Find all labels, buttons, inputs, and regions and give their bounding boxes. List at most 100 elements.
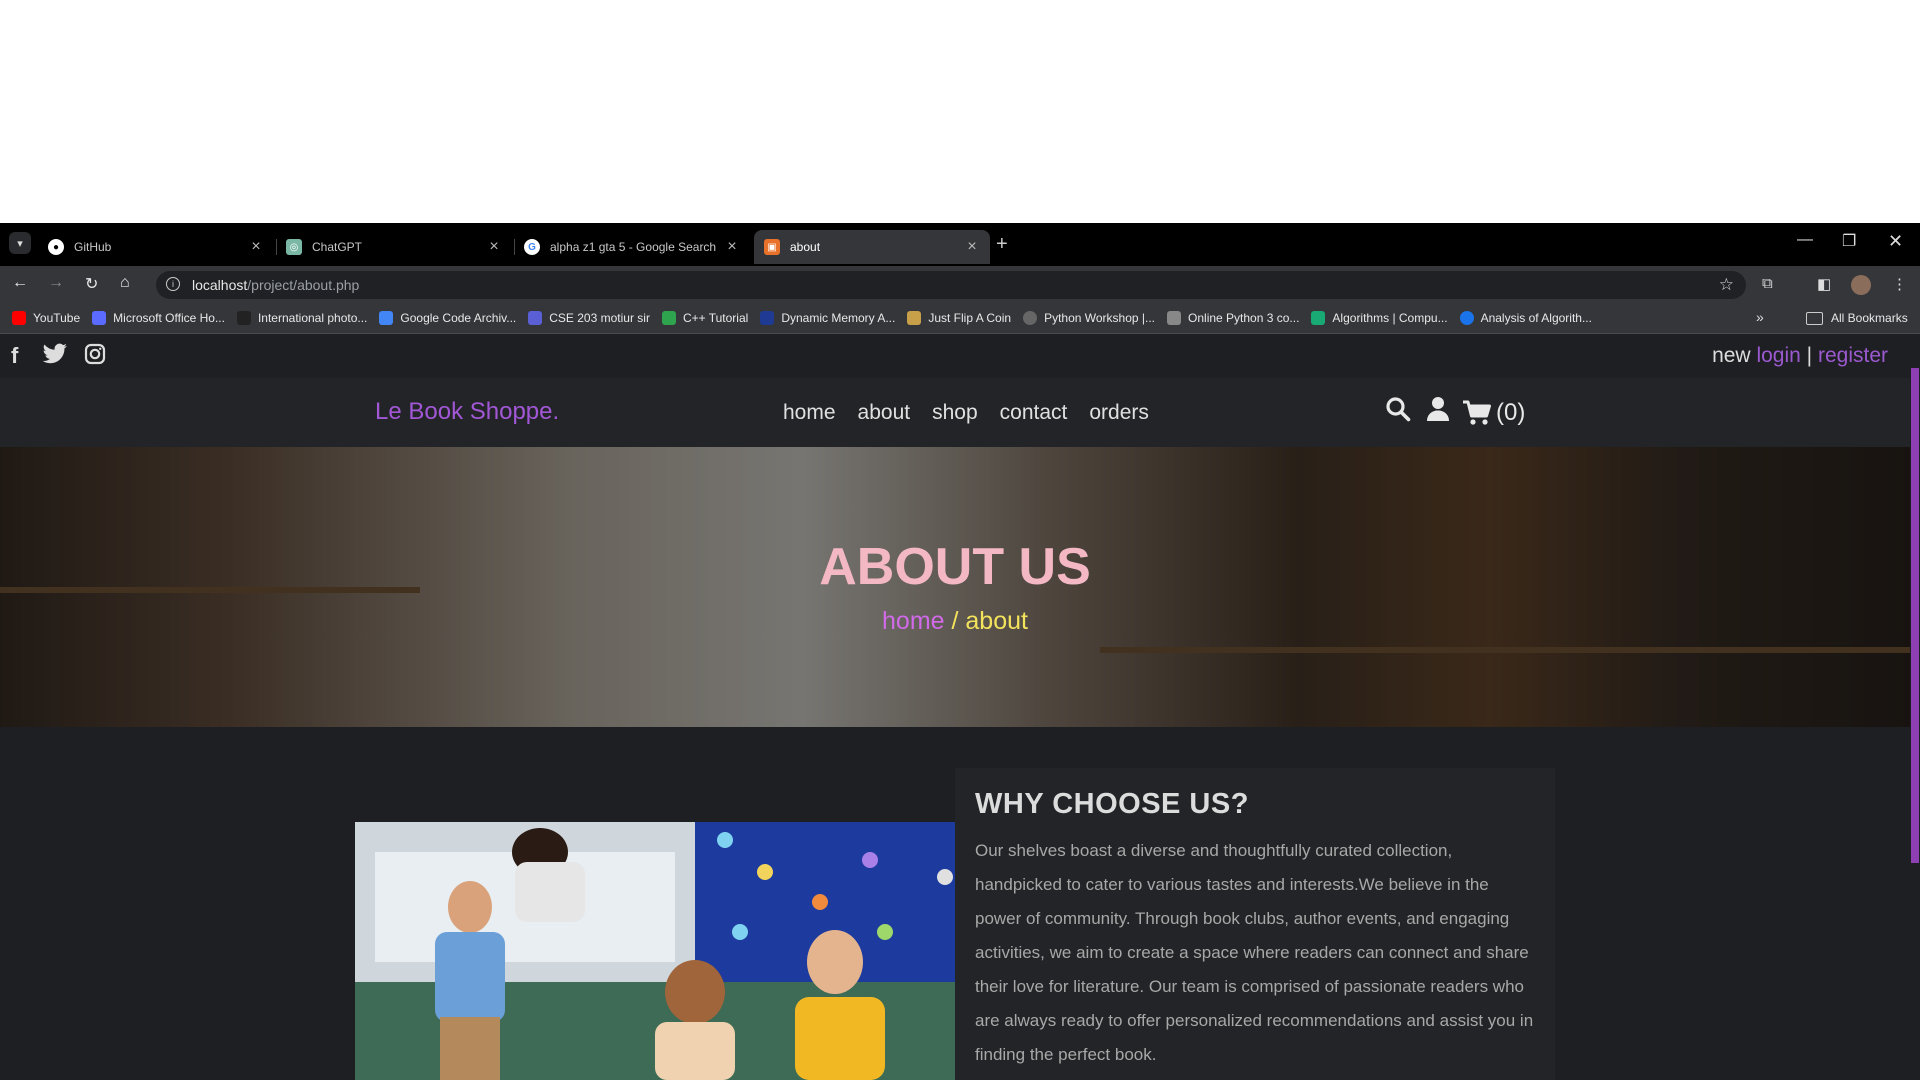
minimize-icon[interactable]: — [1797, 231, 1813, 249]
auth-prefix: new [1712, 344, 1751, 367]
tab-github[interactable]: ● GitHub × [38, 230, 274, 264]
bookmark-label: Dynamic Memory A... [781, 311, 896, 325]
site-logo[interactable]: Le Book Shoppe. [375, 398, 559, 426]
bookmark-item[interactable]: YouTube [12, 311, 80, 325]
close-icon[interactable]: × [724, 238, 740, 256]
office-icon [92, 311, 107, 325]
w3schools-icon [661, 311, 676, 325]
bookmark-item[interactable]: Just Flip A Coin [907, 311, 1011, 325]
youtube-icon [12, 311, 26, 325]
tab-strip: ▾ ● GitHub × ◎ ChatGPT × G alpha z1 gta … [0, 223, 1920, 266]
header-icons: (0) [1385, 396, 1525, 429]
auth-links: new login | register [1712, 344, 1888, 368]
url-host: localhost [192, 277, 248, 293]
browser-window: ▾ ● GitHub × ◎ ChatGPT × G alpha z1 gta … [0, 223, 1920, 1080]
reload-icon[interactable]: ↻ [85, 274, 98, 294]
tab-about[interactable]: ▣ about × [754, 230, 990, 264]
nav-contact[interactable]: contact [1000, 401, 1068, 425]
google-icon: G [524, 239, 540, 255]
nav-about[interactable]: about [858, 401, 911, 425]
tab-chatgpt[interactable]: ◎ ChatGPT × [276, 230, 512, 264]
scrollbar-thumb[interactable] [1911, 368, 1919, 863]
window-close-icon[interactable]: ✕ [1888, 231, 1903, 252]
bookmark-item[interactable]: CSE 203 motiur sir [528, 311, 650, 325]
globe-icon [1023, 311, 1038, 325]
tab-google-search[interactable]: G alpha z1 gta 5 - Google Search × [514, 230, 750, 264]
bookmark-label: Just Flip A Coin [928, 311, 1012, 325]
bookmark-label: CSE 203 motiur sir [549, 311, 650, 325]
bookmark-label: Analysis of Algorith... [1480, 311, 1592, 325]
bookmark-item[interactable]: Analysis of Algorith... [1459, 311, 1592, 325]
page-title: ABOUT US [819, 538, 1091, 596]
forward-icon[interactable]: → [48, 274, 64, 292]
breadcrumb-home[interactable]: home [882, 607, 945, 635]
bookmark-item[interactable]: C++ Tutorial [661, 311, 748, 325]
login-link[interactable]: login [1756, 344, 1800, 367]
all-bookmarks-button[interactable]: All Bookmarks [1806, 311, 1908, 325]
close-icon[interactable]: × [248, 238, 264, 256]
about-text: Our shelves boast a diverse and thoughtf… [975, 841, 1534, 1064]
classroom-icon [528, 311, 543, 325]
bookmark-item[interactable]: International photo... [236, 311, 368, 325]
bookmarks-bar: YouTube Microsoft Office Ho... Internati… [0, 303, 1920, 334]
toolbar: ← → ↻ ⌂ i localhost/project/about.php ☆ … [0, 266, 1920, 303]
chatgpt-icon: ◎ [286, 239, 302, 255]
close-icon[interactable]: × [964, 238, 980, 256]
close-icon[interactable]: × [486, 238, 502, 256]
tab-title: GitHub [74, 240, 112, 254]
folder-icon [1806, 311, 1823, 325]
address-bar[interactable]: i localhost/project/about.php ☆ [156, 271, 1746, 299]
bookmark-label: YouTube [33, 311, 81, 325]
bookmark-star-icon[interactable]: ☆ [1719, 275, 1734, 295]
search-icon[interactable] [1385, 396, 1411, 429]
coin-icon [907, 311, 922, 325]
cart-button[interactable]: (0) [1462, 399, 1525, 427]
bookmark-item[interactable]: Google Code Archiv... [379, 311, 516, 325]
back-icon[interactable]: ← [12, 274, 28, 292]
tutorial-icon [760, 311, 775, 325]
nav-shop[interactable]: shop [932, 401, 978, 425]
bookmark-label: Google Code Archiv... [400, 311, 517, 325]
side-panel-icon[interactable]: ◧ [1817, 275, 1831, 293]
menu-kebab-icon[interactable]: ⋮ [1892, 275, 1907, 293]
twitter-icon[interactable] [42, 343, 68, 371]
bookmark-label: Microsoft Office Ho... [113, 311, 225, 325]
extensions-icon[interactable]: ⧉ [1762, 275, 1773, 292]
tab-title: about [790, 240, 821, 254]
site-info-icon[interactable]: i [166, 277, 180, 291]
algorithm-icon [1459, 311, 1474, 325]
cart-count: (0) [1496, 398, 1526, 426]
user-icon[interactable] [1426, 396, 1450, 429]
tab-search-chevron-icon[interactable]: ▾ [9, 232, 31, 254]
photo-icon [236, 311, 251, 325]
nav-orders[interactable]: orders [1089, 401, 1149, 425]
about-content: WHY CHOOSE US? Our shelves boast a diver… [955, 768, 1555, 1080]
web-page: f new login | register Le Book Shoppe. h… [0, 334, 1920, 1080]
facebook-icon[interactable]: f [11, 343, 18, 369]
nav-home[interactable]: home [783, 401, 836, 425]
bookmark-label: Online Python 3 co... [1188, 311, 1300, 325]
breadcrumb: home / about [0, 607, 1910, 636]
bookmark-item[interactable]: Microsoft Office Ho... [92, 311, 225, 325]
bookmark-label: Python Workshop |... [1044, 311, 1156, 325]
profile-avatar[interactable] [1851, 275, 1871, 295]
register-link[interactable]: register [1818, 344, 1888, 367]
bookmark-item[interactable]: Python Workshop |... [1023, 311, 1155, 325]
google-code-icon [379, 311, 394, 325]
restore-icon[interactable]: ❐ [1842, 231, 1856, 251]
bookmark-item[interactable]: Online Python 3 co... [1167, 311, 1299, 325]
python-icon [1167, 311, 1182, 325]
site-header: Le Book Shoppe. home about shop contact … [0, 378, 1910, 447]
tab-title: ChatGPT [312, 240, 363, 254]
auth-separator: | [1806, 344, 1813, 367]
instagram-icon[interactable] [84, 343, 106, 371]
xampp-icon: ▣ [764, 239, 780, 255]
bookmarks-overflow-icon[interactable]: » [1756, 309, 1764, 325]
bookmark-item[interactable]: Algorithms | Compu... [1311, 311, 1448, 325]
new-tab-button[interactable]: + [996, 233, 1008, 256]
gfg-icon [1311, 311, 1326, 325]
bookmark-item[interactable]: Dynamic Memory A... [760, 311, 895, 325]
url-text: localhost/project/about.php [192, 277, 359, 293]
bookmark-label: International photo... [257, 311, 368, 325]
home-icon[interactable]: ⌂ [120, 274, 130, 292]
